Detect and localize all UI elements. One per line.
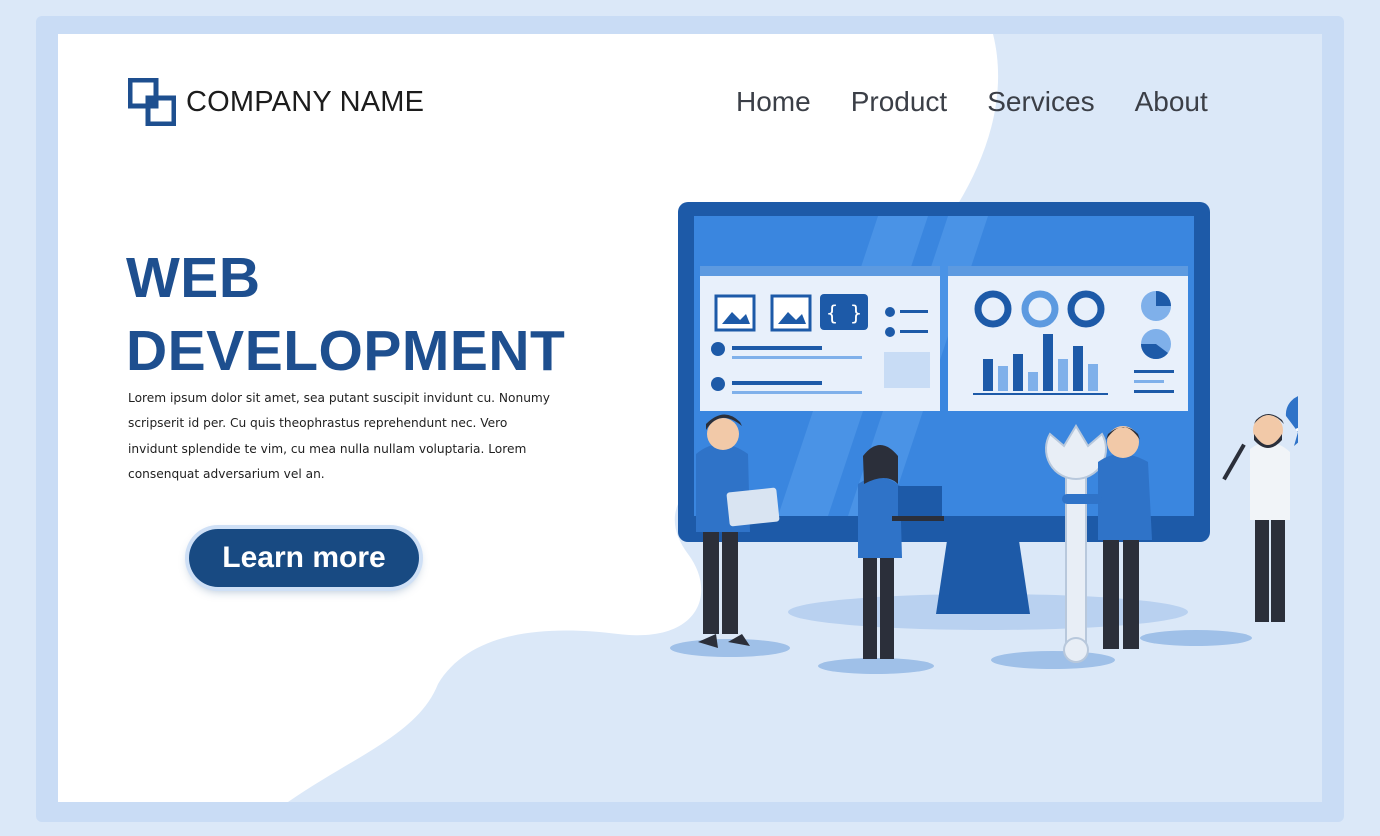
monitor-stand — [936, 534, 1030, 614]
web-development-illustration: { } — [670, 202, 1298, 674]
overlapping-squares-icon — [128, 78, 176, 126]
main-nav: Home Product Services About — [736, 86, 1248, 118]
code-speech-bubble-icon: </> — [1285, 396, 1298, 446]
nav-services[interactable]: Services — [987, 86, 1094, 118]
hero-description: Lorem ipsum dolor sit amet, sea putant s… — [128, 391, 551, 481]
person-shadow — [818, 658, 934, 674]
brand-logo[interactable]: COMPANY NAME — [128, 78, 424, 126]
speech-badge-text: </> — [1295, 422, 1298, 438]
window-titlebar — [700, 266, 940, 276]
hero-title-line2: DEVELOPMENT — [126, 319, 566, 383]
person-shadow — [1140, 630, 1252, 646]
company-name: COMPANY NAME — [186, 85, 425, 118]
person-bearded — [1222, 414, 1290, 622]
learn-more-button[interactable]: Learn more — [189, 529, 419, 587]
image-placeholder-icon — [770, 294, 812, 332]
hero-title-line1: WEB — [126, 246, 261, 310]
hero-title: WEB DEVELOPMENT — [126, 242, 565, 388]
image-placeholder-icon — [714, 294, 756, 332]
nav-home[interactable]: Home — [736, 86, 811, 118]
landing-page: COMPANY NAME Home Product Services About… — [58, 34, 1322, 802]
person-shadow — [991, 651, 1115, 669]
window-titlebar — [948, 266, 1188, 276]
nav-product[interactable]: Product — [851, 86, 948, 118]
code-badge-text: { } — [826, 301, 862, 325]
left-window — [700, 266, 940, 411]
nav-about[interactable]: About — [1135, 86, 1208, 118]
